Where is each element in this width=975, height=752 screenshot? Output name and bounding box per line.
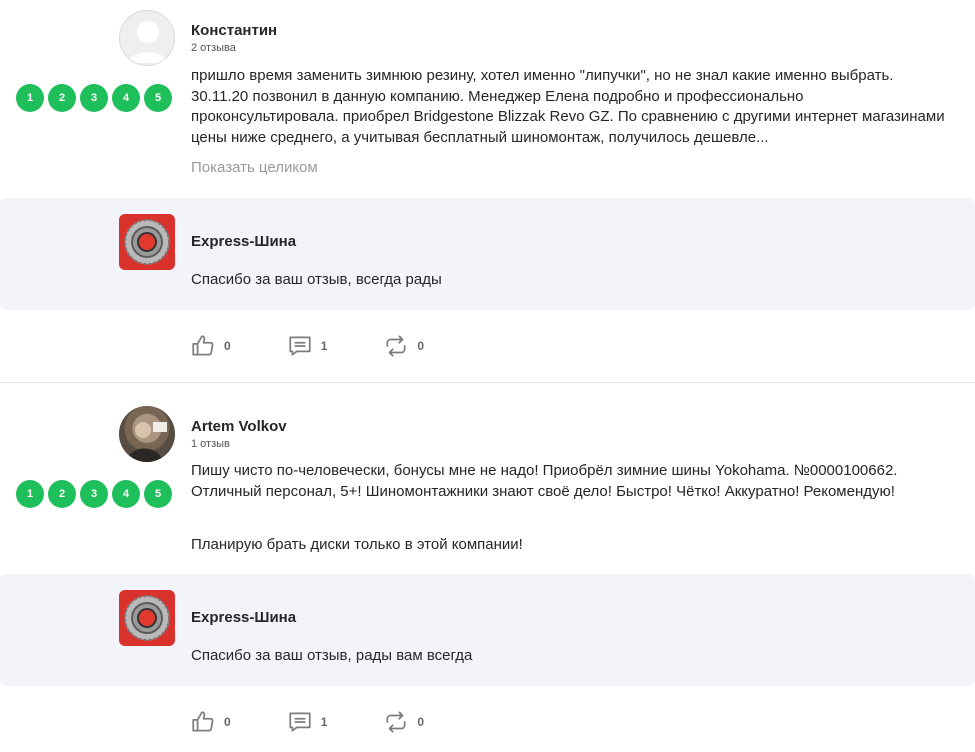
- repost-button[interactable]: 0: [383, 333, 424, 359]
- comment-icon: [289, 712, 311, 732]
- review-text-paragraph: Планирую брать диски только в этой компа…: [191, 536, 523, 553]
- show-more-link[interactable]: Показать целиком: [191, 159, 318, 176]
- reply-text: Спасибо за ваш отзыв, всегда рады: [191, 271, 442, 288]
- company-reply: Express-Шина Спасибо за ваш отзыв, рады …: [0, 574, 975, 686]
- rating: 1 2 3 4 5: [16, 480, 172, 508]
- reply-company-name[interactable]: Express-Шина: [191, 233, 296, 250]
- company-reply: Express-Шина Спасибо за ваш отзыв, всегд…: [0, 198, 975, 310]
- avatar[interactable]: [119, 10, 175, 66]
- rating: 1 2 3 4 5: [16, 84, 172, 112]
- tire-logo-icon: [124, 219, 170, 265]
- author-reviews-count: 1 отзыв: [191, 438, 230, 450]
- repost-button[interactable]: 0: [383, 709, 424, 735]
- rating-point: 1: [16, 480, 44, 508]
- rating-point: 3: [80, 480, 108, 508]
- review-text: Пишу чисто по-человечески, бонусы мне не…: [191, 462, 898, 500]
- author-name[interactable]: Artem Volkov: [191, 418, 287, 435]
- comment-count: 1: [320, 715, 328, 729]
- review-actions: 0 1 0: [190, 709, 480, 735]
- rating-point: 4: [112, 84, 140, 112]
- comment-button[interactable]: 1: [287, 333, 328, 359]
- like-button[interactable]: 0: [190, 333, 231, 359]
- like-count: 0: [224, 715, 231, 729]
- rating-point: 3: [80, 84, 108, 112]
- repost-icon: [386, 335, 406, 357]
- tire-logo-icon: [124, 595, 170, 641]
- review-divider: [0, 382, 975, 383]
- author-name[interactable]: Константин: [191, 22, 277, 39]
- repost-count: 0: [417, 339, 425, 353]
- like-count: 0: [224, 339, 231, 353]
- reply-company-name[interactable]: Express-Шина: [191, 609, 296, 626]
- rating-point: 2: [48, 84, 76, 112]
- reply-text: Спасибо за ваш отзыв, рады вам всегда: [191, 647, 473, 664]
- repost-icon: [386, 711, 406, 733]
- author-reviews-count: 2 отзыва: [191, 42, 236, 54]
- rating-point: 1: [16, 84, 44, 112]
- user-photo-icon: [119, 406, 175, 462]
- review-text: пришло время заменить зимнюю резину, хот…: [191, 67, 945, 146]
- like-icon: [192, 711, 214, 732]
- default-avatar-icon: [128, 21, 168, 63]
- review-actions: 0 1 0: [190, 333, 480, 359]
- rating-point: 5: [144, 84, 172, 112]
- rating-point: 5: [144, 480, 172, 508]
- like-button[interactable]: 0: [190, 709, 231, 735]
- rating-point: 2: [48, 480, 76, 508]
- company-logo[interactable]: [119, 590, 175, 646]
- like-icon: [192, 335, 214, 356]
- repost-count: 0: [417, 715, 425, 729]
- comment-icon: [289, 336, 311, 356]
- rating-point: 4: [112, 480, 140, 508]
- comment-button[interactable]: 1: [287, 709, 328, 735]
- company-logo[interactable]: [119, 214, 175, 270]
- comment-count: 1: [320, 339, 328, 353]
- avatar[interactable]: [119, 406, 175, 462]
